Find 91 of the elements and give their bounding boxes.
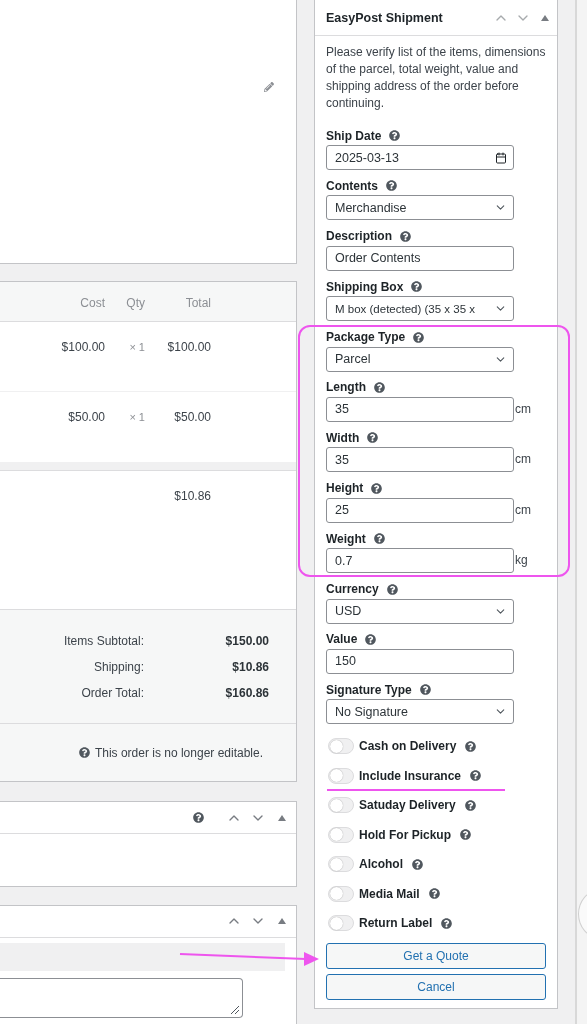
total-label: Items Subtotal:	[63, 633, 144, 648]
select-field[interactable]: No Signature	[326, 699, 514, 725]
field-label: Weight	[326, 531, 366, 546]
toggle-label: Include Insurance	[359, 768, 462, 783]
cost-cell: $100.00	[61, 339, 105, 354]
help-icon[interactable]	[371, 482, 383, 494]
help-icon[interactable]	[411, 281, 423, 293]
field-label: Contents	[326, 178, 378, 193]
help-icon[interactable]	[400, 230, 411, 242]
help-icon[interactable]	[389, 130, 401, 141]
column-header: Qty	[126, 295, 145, 310]
help-icon[interactable]	[193, 812, 204, 824]
help-icon[interactable]	[412, 858, 423, 870]
panel-title: EasyPost Shipment	[326, 10, 444, 25]
field-label: Value	[326, 632, 358, 647]
input-field[interactable]: 150	[326, 648, 514, 674]
field-label: Currency	[326, 582, 379, 596]
unit-label: cm	[515, 452, 531, 469]
intro-text: Please verify list of the items, dimensions of the parcel, total weight, value and shipping address of the order before continuing.	[326, 44, 547, 112]
help-icon[interactable]	[413, 331, 425, 343]
total-value: $160.86	[225, 685, 269, 700]
help-icon[interactable]	[441, 917, 453, 929]
unit-label: cm	[515, 502, 531, 519]
help-icon[interactable]	[470, 770, 482, 782]
select-field[interactable]: M box (detected) (35 x 35 x	[326, 296, 514, 322]
cancel-button[interactable]: Cancel	[326, 974, 546, 1001]
help-icon[interactable]	[465, 740, 477, 752]
total-cell: $100.00	[167, 339, 211, 354]
field-label: Ship Date	[326, 128, 382, 143]
order-note: This order is no longer editable.	[94, 745, 263, 760]
input-field[interactable]: 0.7	[326, 548, 514, 574]
input-field[interactable]: 35	[326, 447, 514, 473]
select-field[interactable]: Parcel	[326, 346, 514, 372]
unit-label: kg	[515, 553, 528, 570]
total-value: $150.00	[225, 633, 269, 648]
input-field[interactable]: 25	[326, 497, 514, 523]
input-field[interactable]: 35	[326, 396, 514, 422]
unit-label: cm	[515, 401, 531, 418]
qty-cell: × 1	[129, 339, 145, 353]
help-icon[interactable]	[365, 633, 377, 645]
help-icon[interactable]	[374, 381, 385, 393]
field-label: Shipping Box	[326, 279, 404, 294]
select-field[interactable]: USD	[326, 598, 514, 624]
field-label: Package Type	[326, 330, 406, 345]
text-area[interactable]	[0, 977, 243, 1018]
total-label: Order Total:	[81, 685, 144, 700]
help-icon[interactable]	[428, 888, 440, 900]
field-label: Signature Type	[326, 682, 412, 697]
help-icon[interactable]	[464, 799, 476, 811]
field-label: Height	[326, 481, 364, 496]
help-icon[interactable]	[460, 829, 471, 841]
toggle-label: Hold For Pickup	[359, 827, 451, 842]
select-field[interactable]: Merchandise	[326, 195, 514, 221]
total-cell: $50.00	[174, 409, 211, 424]
input-field[interactable]: Order Contents	[326, 245, 514, 271]
collapse-icon[interactable]	[541, 14, 549, 21]
toggle-label: Satuday Delivery	[359, 798, 456, 813]
qty-cell: × 1	[129, 409, 145, 423]
column-header: Total	[185, 295, 211, 310]
total-label: Shipping:	[93, 659, 144, 674]
date-field[interactable]: 2025-03-13	[326, 145, 514, 170]
resize-grip-icon[interactable]	[230, 1004, 240, 1015]
help-icon[interactable]	[78, 747, 90, 759]
field-label: Width	[326, 430, 360, 445]
toggle-switch[interactable]	[328, 885, 354, 902]
toggle-switch[interactable]	[328, 856, 354, 873]
help-icon[interactable]	[386, 180, 397, 192]
shipping-total-cell: $10.86	[174, 488, 211, 503]
collapse-icon[interactable]	[278, 814, 286, 821]
toggle-switch[interactable]	[328, 767, 354, 784]
column-header: Cost	[80, 295, 105, 310]
toggle-switch[interactable]	[328, 797, 354, 814]
calendar-icon[interactable]	[495, 151, 507, 164]
toggle-label: Media Mail	[359, 886, 420, 901]
help-icon[interactable]	[373, 533, 385, 545]
field-label: Length	[326, 380, 366, 395]
pencil-icon[interactable]	[264, 82, 274, 92]
field-label: Description	[326, 229, 392, 244]
toggle-label: Return Label	[359, 916, 433, 931]
cost-cell: $50.00	[68, 409, 105, 424]
toggle-label: Alcohol	[359, 857, 403, 872]
toggle-switch[interactable]	[328, 826, 354, 843]
toggle-switch[interactable]	[328, 738, 354, 755]
help-icon[interactable]	[386, 583, 398, 595]
collapse-icon[interactable]	[278, 918, 286, 925]
toggle-switch[interactable]	[328, 915, 354, 932]
help-icon[interactable]	[367, 432, 379, 444]
total-value: $10.86	[232, 659, 269, 674]
quote-button[interactable]: Get a Quote	[326, 943, 546, 970]
help-icon[interactable]	[419, 684, 431, 696]
toggle-label: Cash on Delivery	[359, 739, 457, 754]
